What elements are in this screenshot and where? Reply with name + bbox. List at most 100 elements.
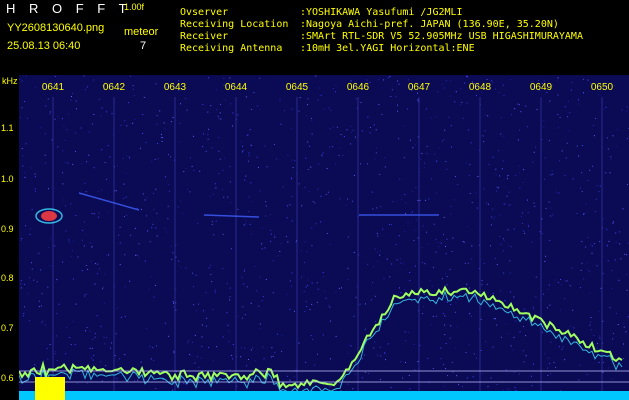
noise-speck: [301, 276, 303, 278]
noise-speck: [70, 344, 72, 346]
noise-speck: [257, 166, 259, 168]
noise-speck: [25, 225, 27, 227]
noise-speck: [331, 146, 333, 148]
noise-speck: [270, 233, 272, 235]
noise-speck: [515, 389, 517, 391]
noise-speck: [561, 348, 563, 350]
noise-speck: [311, 303, 313, 305]
noise-speck: [339, 147, 341, 149]
noise-speck: [307, 98, 309, 100]
noise-speck: [336, 126, 338, 128]
noise-speck: [218, 172, 220, 174]
noise-speck: [172, 252, 174, 254]
noise-speck: [592, 124, 594, 126]
noise-speck: [436, 160, 438, 162]
noise-speck: [387, 343, 389, 345]
noise-speck: [615, 232, 617, 234]
noise-speck: [305, 157, 307, 159]
noise-speck: [594, 211, 596, 212]
noise-speck: [411, 211, 413, 213]
noise-speck: [522, 212, 524, 214]
noise-speck: [467, 129, 469, 131]
noise-speck: [389, 276, 391, 278]
noise-speck: [384, 352, 386, 354]
noise-speck: [138, 256, 140, 258]
noise-speck: [364, 328, 366, 330]
noise-speck: [81, 163, 83, 165]
noise-speck: [229, 212, 231, 214]
noise-speck: [207, 111, 209, 113]
noise-speck: [197, 222, 199, 224]
noise-speck: [602, 362, 604, 364]
noise-speck: [438, 246, 440, 248]
noise-speck: [165, 176, 167, 178]
noise-speck: [229, 369, 231, 371]
noise-speck: [25, 75, 27, 77]
noise-speck: [232, 112, 234, 114]
noise-speck: [75, 215, 77, 217]
noise-speck: [162, 137, 164, 139]
noise-speck: [117, 165, 119, 167]
noise-speck: [274, 233, 276, 235]
noise-speck: [311, 120, 313, 122]
noise-speck: [626, 110, 628, 112]
noise-speck: [280, 123, 282, 125]
noise-speck: [214, 183, 216, 185]
noise-speck: [196, 356, 198, 358]
noise-speck: [395, 244, 397, 246]
noise-speck: [423, 167, 425, 169]
noise-speck: [175, 380, 177, 382]
noise-speck: [437, 242, 439, 244]
noise-speck: [404, 194, 406, 196]
noise-speck: [23, 313, 25, 314]
noise-speck: [520, 216, 522, 218]
noise-speck: [533, 308, 534, 310]
noise-speck: [104, 343, 106, 345]
noise-speck: [486, 283, 488, 285]
noise-speck: [209, 195, 211, 197]
noise-speck: [374, 295, 376, 297]
noise-speck: [443, 234, 444, 236]
noise-speck: [96, 315, 98, 317]
noise-speck: [507, 388, 509, 390]
noise-speck: [36, 281, 38, 283]
noise-speck: [414, 265, 416, 267]
noise-speck: [21, 80, 23, 82]
noise-speck: [90, 357, 92, 359]
noise-speck: [581, 241, 583, 242]
noise-speck: [587, 180, 589, 181]
noise-speck: [578, 99, 579, 101]
noise-speck: [286, 217, 288, 219]
noise-speck: [450, 125, 452, 127]
noise-speck: [228, 330, 230, 332]
noise-speck: [47, 358, 49, 360]
noise-speck: [470, 142, 472, 144]
noise-speck: [492, 292, 494, 294]
noise-speck: [67, 162, 69, 164]
noise-speck: [501, 168, 503, 170]
antenna-label: Receiving Antenna: [180, 43, 283, 54]
noise-speck: [244, 314, 246, 316]
noise-speck: [94, 336, 96, 338]
y-tick-0-9: 0.9: [1, 224, 14, 234]
noise-speck: [94, 333, 96, 335]
noise-speck: [471, 258, 473, 260]
noise-speck: [401, 199, 403, 201]
noise-speck: [367, 116, 369, 118]
noise-speck: [193, 135, 194, 137]
noise-speck: [499, 175, 501, 177]
noise-speck: [571, 267, 573, 269]
noise-speck: [555, 191, 557, 193]
noise-speck: [107, 212, 109, 214]
noise-speck: [45, 105, 47, 107]
noise-speck: [376, 232, 378, 234]
noise-speck: [398, 83, 400, 85]
noise-speck: [134, 119, 136, 121]
noise-speck: [170, 245, 172, 247]
noise-speck: [519, 331, 521, 333]
noise-speck: [369, 132, 371, 134]
noise-speck: [289, 308, 291, 310]
noise-speck: [311, 133, 313, 135]
noise-speck: [372, 282, 373, 283]
noise-speck: [502, 84, 504, 86]
